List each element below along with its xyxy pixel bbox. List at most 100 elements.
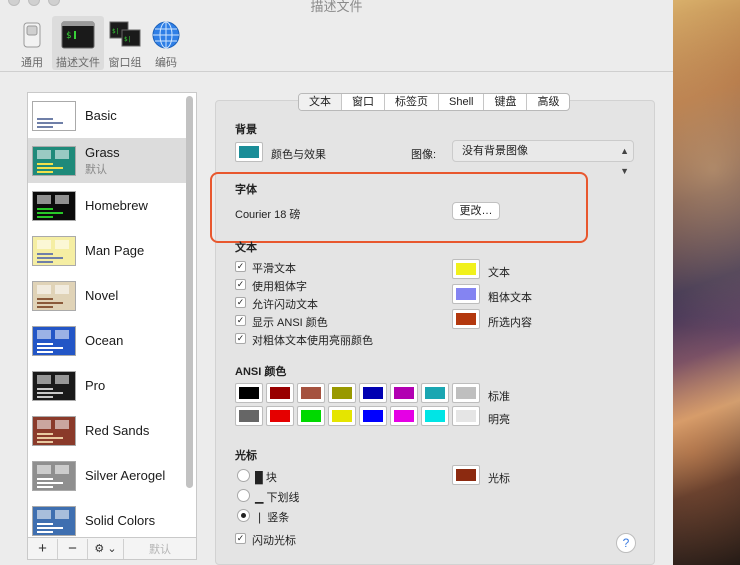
profile-list[interactable]: Basic Grass 默认 Homebrew Man Page Novel Ocean Pr… bbox=[27, 92, 197, 538]
settings-tabs: 文本 窗口 标签页 Shell 键盘 高级 bbox=[298, 93, 571, 111]
selection-color-well[interactable] bbox=[452, 309, 480, 329]
ansi-normal-color-well[interactable] bbox=[266, 383, 294, 403]
help-button[interactable]: ? bbox=[616, 533, 636, 553]
ansi-normal-color-well[interactable] bbox=[297, 383, 325, 403]
ansi-bright-color-well[interactable] bbox=[452, 406, 480, 426]
tab-shell[interactable]: Shell bbox=[439, 94, 485, 110]
profile-text: Grass 默认 bbox=[85, 145, 120, 177]
switch-icon bbox=[15, 20, 49, 50]
ansi-bright-color-well[interactable] bbox=[359, 406, 387, 426]
bold-text-color-fill bbox=[456, 288, 476, 300]
svg-text:$|: $| bbox=[124, 36, 131, 43]
profile-name: Grass bbox=[85, 144, 120, 160]
profile-text: Homebrew bbox=[85, 198, 148, 213]
cursor-section-title: 光标 bbox=[235, 450, 257, 462]
background-color-well[interactable] bbox=[235, 142, 263, 162]
text-section-title: 文本 bbox=[235, 242, 257, 254]
ansi-normal-color-well[interactable] bbox=[390, 383, 418, 403]
bold-text-color-label: 粗体文本 bbox=[488, 292, 532, 304]
profile-item[interactable]: Pro bbox=[28, 363, 186, 408]
ansi-bright-color-well[interactable] bbox=[421, 406, 449, 426]
ansi-bright-color-well[interactable] bbox=[328, 406, 356, 426]
profile-name: Red Sands bbox=[85, 423, 150, 438]
bold-text-color-well[interactable] bbox=[452, 284, 480, 304]
bold-font-checkbox[interactable]: ✓ bbox=[235, 279, 246, 290]
cursor-block-radio[interactable] bbox=[237, 469, 250, 482]
profile-text: Basic bbox=[85, 108, 117, 123]
text-color-label: 文本 bbox=[488, 267, 510, 279]
ansi-normal-color-well[interactable] bbox=[421, 383, 449, 403]
thumbnail-line bbox=[37, 350, 53, 353]
tab-tabs[interactable]: 标签页 bbox=[385, 94, 439, 110]
profile-item[interactable]: Solid Colors bbox=[28, 498, 186, 537]
thumbnail-line bbox=[37, 432, 53, 435]
blink-text-label: 允许闪动文本 bbox=[252, 299, 318, 311]
ansi-normal-color-well[interactable] bbox=[235, 383, 263, 403]
profile-item[interactable]: Ocean bbox=[28, 318, 186, 363]
ansi-colors-checkbox[interactable]: ✓ bbox=[235, 315, 246, 326]
smooth-text-checkbox[interactable]: ✓ bbox=[235, 261, 246, 272]
ansi-normal-color-well[interactable] bbox=[328, 383, 356, 403]
profile-item[interactable]: Silver Aerogel bbox=[28, 453, 186, 498]
profile-item[interactable]: Novel bbox=[28, 273, 186, 318]
ansi-bright-color-well[interactable] bbox=[235, 406, 263, 426]
ansi-normal-color-well[interactable] bbox=[359, 383, 387, 403]
font-section-title: 字体 bbox=[235, 184, 257, 196]
add-profile-button[interactable]: + bbox=[28, 538, 58, 559]
toolbar-general[interactable]: 通用 bbox=[12, 16, 52, 70]
ansi-bright-color-well[interactable] bbox=[390, 406, 418, 426]
cursor-color-well[interactable] bbox=[452, 465, 480, 485]
ansi-colors-label: 显示 ANSI 颜色 bbox=[252, 317, 328, 329]
bright-bold-label: 对粗体文本使用亮丽颜色 bbox=[252, 335, 373, 347]
blink-cursor-checkbox[interactable]: ✓ bbox=[235, 533, 246, 544]
toolbar-window-groups-label: 窗口组 bbox=[108, 57, 142, 69]
profile-item[interactable]: Homebrew bbox=[28, 183, 186, 228]
selection-color-label: 所选内容 bbox=[488, 317, 532, 329]
text-color-well[interactable] bbox=[452, 259, 480, 279]
thumbnail-line bbox=[37, 256, 63, 259]
remove-profile-button[interactable]: − bbox=[58, 538, 88, 559]
profile-name: Novel bbox=[85, 288, 119, 303]
toolbar-profiles[interactable]: $ 描述文件 bbox=[52, 16, 104, 70]
cursor-underline-radio[interactable] bbox=[237, 489, 250, 502]
change-font-button[interactable]: 更改… bbox=[452, 202, 500, 220]
thumbnail-line bbox=[37, 530, 53, 533]
thumbnail-line bbox=[37, 252, 53, 255]
toolbar-encodings[interactable]: 编码 bbox=[146, 16, 186, 70]
toolbar-window-groups[interactable]: $| $| 窗口组 bbox=[104, 16, 146, 70]
profile-actions-gear-icon[interactable]: ⚙ ⌄ bbox=[88, 538, 124, 559]
thumbnail-line bbox=[37, 121, 63, 124]
ansi-bright-color-well[interactable] bbox=[297, 406, 325, 426]
profile-item[interactable]: Grass 默认 bbox=[28, 138, 186, 183]
background-image-select[interactable]: 没有背景图像 ▲ ▼ bbox=[452, 140, 634, 176]
profile-item[interactable]: Red Sands bbox=[28, 408, 186, 453]
set-default-button[interactable]: 默认 bbox=[124, 541, 196, 557]
profile-text: Novel bbox=[85, 288, 118, 303]
thumbnail-line bbox=[37, 481, 63, 484]
profile-list-controls: + − ⚙ ⌄ 默认 bbox=[27, 538, 197, 560]
profile-default-badge: 默认 bbox=[85, 163, 107, 176]
ansi-color-fill bbox=[363, 410, 383, 422]
profile-item[interactable]: Basic bbox=[28, 93, 186, 138]
svg-text:$|: $| bbox=[112, 28, 119, 35]
tab-window[interactable]: 窗口 bbox=[342, 94, 385, 110]
profile-name: Homebrew bbox=[85, 198, 148, 213]
bold-font-label: 使用粗体字 bbox=[252, 281, 307, 293]
thumbnail-line bbox=[37, 342, 53, 345]
tab-keyboard[interactable]: 键盘 bbox=[484, 94, 528, 110]
profile-text: Man Page bbox=[85, 243, 144, 258]
thumbnail-line bbox=[37, 117, 53, 120]
tab-text[interactable]: 文本 bbox=[299, 94, 342, 110]
blink-text-checkbox[interactable]: ✓ bbox=[235, 297, 246, 308]
ansi-bright-color-well[interactable] bbox=[266, 406, 294, 426]
profile-item[interactable]: Man Page bbox=[28, 228, 186, 273]
ansi-color-fill bbox=[239, 410, 259, 422]
profile-list-scrollbar[interactable] bbox=[186, 96, 193, 488]
profile-text: Pro bbox=[85, 378, 105, 393]
ansi-normal-color-well[interactable] bbox=[452, 383, 480, 403]
cursor-underline-label: ▁ 下划线 bbox=[255, 492, 300, 504]
thumbnail-line bbox=[37, 387, 53, 390]
cursor-bar-radio[interactable] bbox=[237, 509, 250, 522]
tab-advanced[interactable]: 高级 bbox=[527, 94, 569, 110]
bright-bold-checkbox[interactable]: ✓ bbox=[235, 333, 246, 344]
